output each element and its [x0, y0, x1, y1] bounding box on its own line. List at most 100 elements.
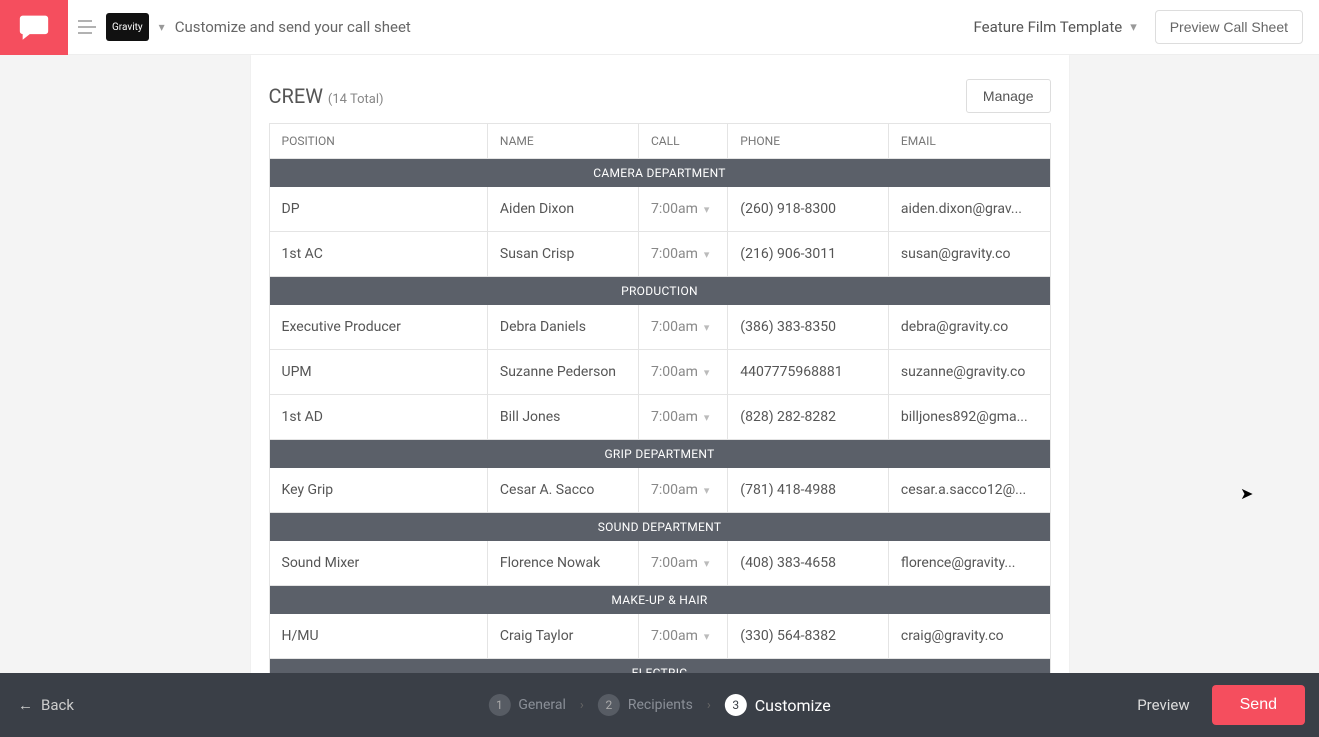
cell-call[interactable]: 7:00am ▾ [639, 350, 728, 395]
step-label-2: Recipients [628, 697, 693, 713]
cell-email: suzanne@gravity.co [889, 350, 1050, 395]
cell-name: Suzanne Pederson [488, 350, 639, 395]
cell-phone: (781) 418-4988 [728, 468, 889, 513]
cell-email: aiden.dixon@grav... [889, 187, 1050, 232]
menu-icon[interactable] [68, 0, 106, 55]
cell-call[interactable]: 7:00am ▾ [639, 305, 728, 350]
table-row: 1st ACSusan Crisp7:00am▾(216) 906-3011su… [270, 232, 1050, 277]
cell-email: billjones892@gma... [889, 395, 1050, 440]
cell-call[interactable]: 7:00am▾ [639, 541, 728, 586]
department-label: ELECTRIC [270, 659, 1050, 673]
call-sheet-panel: CREW (14 Total) Manage POSITION NAME CAL… [251, 55, 1069, 673]
department-row: ELECTRIC [270, 659, 1050, 673]
cell-position: Key Grip [270, 468, 488, 513]
call-time: 7:00am [651, 555, 698, 571]
cell-name: Aiden Dixon [488, 187, 639, 232]
department-label: PRODUCTION [270, 277, 1050, 305]
section-title-text: CREW [269, 84, 323, 108]
section-count: (14 Total) [328, 92, 384, 107]
crew-section-title: CREW (14 Total) [269, 84, 384, 108]
table-row: UPMSuzanne Pederson 7:00am ▾ 4407775968881s… [270, 350, 1050, 395]
arrow-left-icon: ← [18, 696, 33, 714]
cell-name: Craig Taylor [488, 614, 639, 659]
call-time: 7:00am [651, 482, 698, 498]
crew-section-header: CREW (14 Total) Manage [251, 55, 1069, 123]
chevron-right-icon: › [707, 698, 711, 713]
table-row: DPAiden Dixon7:00am▾(260) 918-8300aiden.… [270, 187, 1050, 232]
project-chip[interactable]: Gravity [106, 13, 149, 41]
chevron-right-icon: › [580, 698, 584, 713]
call-time: 7:00am [651, 628, 698, 644]
crew-table: POSITION NAME CALL PHONE EMAIL CAMERA DE… [269, 123, 1051, 673]
template-selector[interactable]: Feature Film Template ▾ [974, 18, 1137, 36]
cell-email: craig@gravity.co [889, 614, 1050, 659]
cell-phone: (386) 383-8350 [728, 305, 889, 350]
cell-phone: 4407775968881 [728, 350, 889, 395]
cell-phone: (260) 918-8300 [728, 187, 889, 232]
cell-name: Susan Crisp [488, 232, 639, 277]
cell-position: H/MU [270, 614, 488, 659]
back-button[interactable]: ← Back [18, 696, 74, 714]
department-row: PRODUCTION [270, 277, 1050, 305]
cell-call[interactable]: 7:00am▾ [639, 187, 728, 232]
step-recipients[interactable]: 2 Recipients [598, 694, 693, 716]
call-time: 7:00am [651, 319, 698, 335]
chevron-down-icon: ▾ [704, 411, 710, 424]
department-row: GRIP DEPARTMENT [270, 440, 1050, 468]
chevron-down-icon: ▾ [704, 366, 710, 379]
cell-call[interactable]: 7:00am ▾ [639, 468, 728, 513]
preview-call-sheet-button[interactable]: Preview Call Sheet [1155, 10, 1303, 44]
col-call: CALL [639, 124, 728, 159]
cell-position: Executive Producer [270, 305, 488, 350]
preview-link[interactable]: Preview [1137, 696, 1189, 714]
chevron-down-icon: ▾ [704, 484, 710, 497]
chevron-down-icon: ▾ [704, 203, 710, 216]
department-row: MAKE-UP & HAIR [270, 586, 1050, 614]
cell-name: Cesar A. Sacco [488, 468, 639, 513]
chevron-down-icon: ▾ [704, 248, 710, 261]
bottom-bar: ← Back 1 General › 2 Recipients › 3 Cust… [0, 673, 1319, 737]
back-label: Back [41, 696, 74, 714]
table-row: 1st ADBill Jones7:00am▾(828) 282-8282bil… [270, 395, 1050, 440]
step-num-2: 2 [598, 694, 620, 716]
chevron-down-icon: ▾ [704, 630, 710, 643]
cell-position: DP [270, 187, 488, 232]
department-label: CAMERA DEPARTMENT [270, 159, 1050, 187]
cell-call[interactable]: 7:00am ▾ [639, 614, 728, 659]
col-phone: PHONE [728, 124, 889, 159]
call-time: 7:00am [651, 364, 698, 380]
top-bar: Gravity ▾ Customize and send your call s… [0, 0, 1319, 55]
call-time: 7:00am [651, 246, 698, 262]
app-logo[interactable] [0, 0, 68, 55]
page-title: Customize and send your call sheet [175, 18, 411, 36]
table-header-row: POSITION NAME CALL PHONE EMAIL [270, 124, 1050, 159]
table-row: Sound MixerFlorence Nowak7:00am▾(408) 38… [270, 541, 1050, 586]
department-row: CAMERA DEPARTMENT [270, 159, 1050, 187]
cell-position: UPM [270, 350, 488, 395]
call-time: 7:00am [651, 409, 698, 425]
step-num-3: 3 [725, 694, 747, 716]
manage-button[interactable]: Manage [966, 79, 1051, 113]
table-row: H/MUCraig Taylor7:00am▾(330) 564-8382cra… [270, 614, 1050, 659]
cell-position: Sound Mixer [270, 541, 488, 586]
wizard-steps: 1 General › 2 Recipients › 3 Customize [480, 694, 838, 716]
cell-email: cesar.a.sacco12@... [889, 468, 1050, 513]
step-num-1: 1 [488, 694, 510, 716]
cell-name: Bill Jones [488, 395, 639, 440]
step-customize[interactable]: 3 Customize [725, 694, 831, 716]
step-label-3: Customize [755, 696, 831, 715]
cell-email: susan@gravity.co [889, 232, 1050, 277]
cell-position: 1st AC [270, 232, 488, 277]
cell-call[interactable]: 7:00am ▾ [639, 232, 728, 277]
send-button[interactable]: Send [1212, 685, 1305, 725]
step-general[interactable]: 1 General [488, 694, 566, 716]
table-row: Key GripCesar A. Sacco 7:00am ▾ (781) 418-4… [270, 468, 1050, 513]
template-label: Feature Film Template [974, 18, 1123, 36]
col-position: POSITION [270, 124, 488, 159]
chevron-down-icon: ▾ [704, 321, 710, 334]
cell-call[interactable]: 7:00am ▾ [639, 395, 728, 440]
bottom-right: Preview Send [1137, 685, 1305, 725]
col-email: EMAIL [889, 124, 1050, 159]
project-chevron-icon[interactable]: ▾ [159, 20, 165, 34]
cell-email: florence@gravity... [889, 541, 1050, 586]
